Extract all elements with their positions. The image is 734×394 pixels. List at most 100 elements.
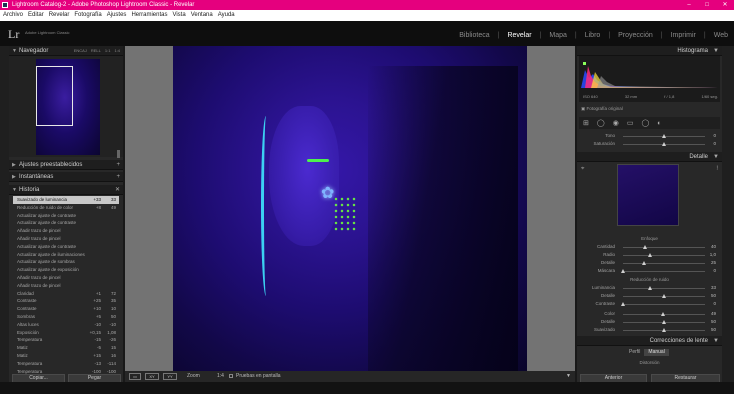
- maximize-button[interactable]: □: [698, 0, 716, 10]
- history-item[interactable]: Suavizado de luminancia +33 33: [13, 196, 119, 204]
- history-item[interactable]: Actualizar ajuste de sombras: [13, 258, 119, 266]
- slider-value[interactable]: 50: [711, 318, 716, 326]
- slider-thumb[interactable]: [621, 302, 625, 306]
- history-item[interactable]: Matiz -5 15: [13, 344, 119, 352]
- history-item[interactable]: Contraste +25 35: [13, 297, 119, 305]
- crop-tool-icon[interactable]: ⊞: [583, 119, 589, 127]
- add-snapshot-icon[interactable]: +: [116, 172, 120, 182]
- history-item[interactable]: Actualizar ajuste de contraste: [13, 243, 119, 251]
- close-button[interactable]: ✕: [716, 0, 734, 10]
- module-mapa[interactable]: Mapa: [549, 32, 567, 39]
- history-item[interactable]: Añadir trazo de pincel: [13, 274, 119, 282]
- detail-zoom-preview[interactable]: [617, 164, 679, 226]
- history-item[interactable]: Añadir trazo de pincel: [13, 282, 119, 290]
- module-revelar[interactable]: Revelar: [507, 32, 531, 39]
- menu-herramientas[interactable]: Herramientas: [131, 10, 167, 21]
- slider-track[interactable]: [623, 253, 705, 257]
- history-item[interactable]: Claridad +1 72: [13, 290, 119, 298]
- menu-ventana[interactable]: Ventana: [191, 10, 213, 21]
- image-canvas[interactable]: ✿: [125, 46, 575, 371]
- slider-thumb[interactable]: [662, 328, 666, 332]
- history-item[interactable]: Matiz +15 16: [13, 352, 119, 360]
- filmstrip-collapsed-bar[interactable]: [0, 382, 734, 394]
- detail-target-icon[interactable]: ⌖: [581, 166, 584, 173]
- navigator-preview[interactable]: [9, 56, 123, 157]
- add-preset-icon[interactable]: +: [116, 160, 120, 170]
- nav-zoom-fill[interactable]: RELL: [91, 46, 101, 56]
- slider-value[interactable]: 0: [713, 140, 716, 148]
- right-panel-collapse-strip[interactable]: [722, 46, 734, 382]
- slider-thumb[interactable]: [648, 253, 653, 257]
- menu-ajustes[interactable]: Ajustes: [107, 10, 127, 21]
- slider-value[interactable]: 40: [711, 243, 716, 251]
- left-panel-collapse-strip[interactable]: [0, 46, 9, 382]
- history-item[interactable]: Altas luces -10 -10: [13, 321, 119, 329]
- slider-track[interactable]: [621, 269, 705, 273]
- slider-value[interactable]: 1,0: [710, 251, 716, 259]
- spot-removal-icon[interactable]: ◯: [597, 119, 605, 127]
- nav-zoom-1-4[interactable]: 1:4: [114, 46, 120, 56]
- snapshots-header[interactable]: ▶ Instantáneas +: [9, 172, 123, 182]
- slider-track[interactable]: [623, 312, 705, 316]
- slider-value[interactable]: 49: [711, 310, 716, 318]
- before-after-button[interactable]: YY: [163, 373, 177, 380]
- module-imprimir[interactable]: Imprimir: [671, 32, 696, 39]
- minimize-button[interactable]: –: [680, 0, 698, 10]
- loupe-view-button[interactable]: ▭: [129, 373, 141, 380]
- radial-filter-icon[interactable]: ◯: [641, 119, 649, 127]
- slider-thumb[interactable]: [641, 261, 646, 265]
- module-biblioteca[interactable]: Biblioteca: [459, 32, 489, 39]
- slider-track[interactable]: [623, 320, 705, 324]
- history-item[interactable]: Temperatura -15 -26: [13, 336, 119, 344]
- history-item[interactable]: Reducción de ruido de color +8 49: [13, 204, 119, 212]
- graduated-filter-icon[interactable]: ▭: [627, 119, 634, 127]
- menu-editar[interactable]: Editar: [28, 10, 44, 21]
- slider-thumb[interactable]: [662, 142, 666, 146]
- slider-value[interactable]: 50: [711, 326, 716, 334]
- zoom-value[interactable]: 1:4: [217, 373, 224, 379]
- proof-checkbox[interactable]: [229, 374, 233, 378]
- slider-track[interactable]: [623, 134, 705, 138]
- detail-header[interactable]: Detalle ▼: [577, 152, 722, 162]
- slider-value[interactable]: 33: [711, 284, 716, 292]
- history-item[interactable]: Sombras +5 50: [13, 313, 119, 321]
- adjustment-brush-icon[interactable]: ◐: [657, 120, 661, 127]
- slider-thumb[interactable]: [621, 269, 625, 273]
- history-item[interactable]: Exposición +0,15 1,08: [13, 329, 119, 337]
- slider-value[interactable]: 0: [713, 300, 716, 308]
- slider-thumb[interactable]: [643, 245, 648, 249]
- module-proyeccion[interactable]: Proyección: [618, 32, 653, 39]
- slider-track[interactable]: [623, 142, 705, 146]
- history-item[interactable]: Contraste +10 10: [13, 305, 119, 313]
- left-panel-scrollbar[interactable]: [117, 150, 120, 158]
- toolbar-menu-icon[interactable]: ▼: [566, 373, 571, 379]
- slider-track[interactable]: [621, 302, 705, 306]
- navigator-view-frame[interactable]: [36, 66, 73, 126]
- nav-zoom-1-1[interactable]: 1:1: [105, 46, 111, 56]
- slider-track[interactable]: [623, 294, 705, 298]
- presets-header[interactable]: ▶ Ajustes preestablecidos +: [9, 160, 123, 170]
- menu-archivo[interactable]: Archivo: [3, 10, 23, 21]
- history-item[interactable]: Añadir trazo de pincel: [13, 227, 119, 235]
- history-item[interactable]: Actualizar ajuste de contraste: [13, 212, 119, 220]
- slider-value[interactable]: 0: [713, 132, 716, 140]
- slider-track[interactable]: [623, 261, 705, 265]
- menu-revelar[interactable]: Revelar: [49, 10, 70, 21]
- slider-value[interactable]: 50: [711, 292, 716, 300]
- compare-view-button[interactable]: XY: [145, 373, 159, 380]
- navigator-header[interactable]: ▼ Navegador ENCAJ RELL 1:1 1:4: [9, 46, 123, 56]
- lens-corrections-header[interactable]: Correcciones de lente ▼: [577, 336, 722, 346]
- module-libro[interactable]: Libro: [585, 32, 601, 39]
- tab-manual[interactable]: Manual: [644, 349, 669, 356]
- slider-track[interactable]: [623, 328, 705, 332]
- menu-ayuda[interactable]: Ayuda: [218, 10, 235, 21]
- slider-thumb[interactable]: [662, 294, 666, 298]
- clear-history-icon[interactable]: ✕: [115, 185, 120, 195]
- red-eye-icon[interactable]: ◉: [613, 119, 619, 127]
- slider-thumb[interactable]: [662, 320, 666, 324]
- slider-thumb[interactable]: [661, 312, 666, 316]
- history-item[interactable]: Actualizar ajuste de contraste: [13, 219, 119, 227]
- history-item[interactable]: Añadir trazo de pincel: [13, 235, 119, 243]
- history-item[interactable]: Actualizar ajuste de exposición: [13, 266, 119, 274]
- histogram[interactable]: ISO 640 32 mm f / 1,8 1/60 seg.: [579, 56, 720, 102]
